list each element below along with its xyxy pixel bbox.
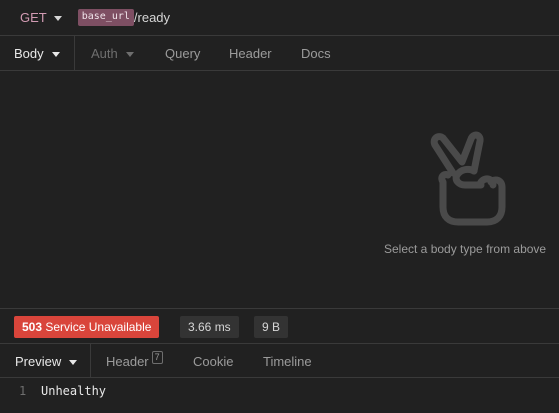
empty-state-message: Select a body type from above [384, 242, 547, 256]
tab-auth-label: Auth [91, 45, 118, 61]
response-status-bar: 503 Service Unavailable 3.66 ms 9 B [0, 308, 559, 344]
tab-docs-label: Docs [301, 45, 331, 61]
tab-body-label: Body [14, 45, 44, 61]
chevron-down-icon [125, 51, 134, 57]
tab-body[interactable]: Body [14, 46, 60, 61]
status-code: 503 [22, 320, 43, 334]
chevron-down-icon [53, 16, 62, 21]
line-number: 1 [19, 384, 27, 398]
tab-query[interactable]: Query [165, 46, 200, 61]
peace-hand-icon [430, 131, 506, 226]
url-input[interactable]: base_url /ready [77, 9, 171, 26]
response-tabs: Preview Header 7 Cookie Timeline [0, 344, 559, 378]
response-content: Unhealthy [41, 384, 107, 398]
tab-auth[interactable]: Auth [91, 46, 134, 61]
header-count-badge: 7 [151, 351, 163, 364]
method-label: GET [20, 10, 47, 25]
tab-cookie[interactable]: Cookie [193, 354, 233, 369]
tab-response-header-label: Header [106, 354, 149, 369]
rest-client-window: GET base_url /ready Body Auth Query Head… [0, 0, 559, 413]
response-time-badge: 3.66 ms [180, 316, 239, 338]
url-path: /ready [133, 10, 171, 25]
tab-divider [90, 344, 91, 378]
tab-timeline[interactable]: Timeline [263, 354, 312, 369]
tab-timeline-label: Timeline [263, 354, 312, 369]
tab-header-label: Header [229, 45, 272, 61]
method-dropdown[interactable]: GET [20, 10, 62, 25]
status-badge: 503 Service Unavailable [14, 316, 160, 338]
tab-preview[interactable]: Preview [15, 354, 78, 369]
request-tabs: Body Auth Query Header Docs [0, 36, 559, 71]
chevron-down-icon [69, 360, 78, 365]
status-text: Service Unavailable [45, 320, 152, 334]
response-preview[interactable]: 1 Unhealthy [0, 378, 559, 413]
tab-divider [74, 36, 75, 71]
tab-header[interactable]: Header [229, 46, 272, 61]
tab-docs[interactable]: Docs [301, 46, 331, 61]
tab-cookie-label: Cookie [193, 354, 234, 369]
tab-response-header[interactable]: Header 7 [106, 351, 163, 369]
tab-preview-label: Preview [15, 354, 62, 369]
environment-variable-tag[interactable]: base_url [77, 9, 134, 26]
url-bar: GET base_url /ready [0, 0, 559, 36]
response-size-badge: 9 B [254, 316, 289, 338]
chevron-down-icon [51, 51, 60, 57]
tab-query-label: Query [165, 45, 201, 61]
